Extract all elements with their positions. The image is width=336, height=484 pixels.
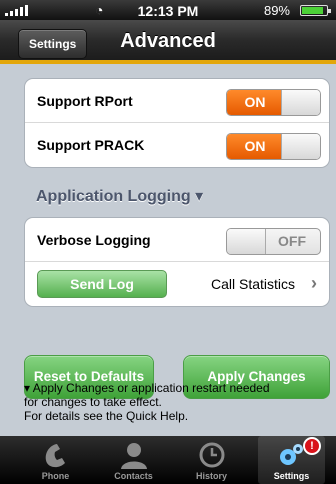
battery-level-fill bbox=[302, 7, 324, 14]
settings-alert-badge: ! bbox=[303, 437, 321, 455]
status-bar: ◔ 12:13 PM 89% bbox=[0, 0, 336, 20]
verbose-logging-label: Verbose Logging bbox=[37, 232, 151, 248]
rport-row: Support RPort ON bbox=[25, 79, 329, 123]
rport-toggle[interactable]: ON bbox=[226, 89, 321, 116]
navigation-bar: Settings Advanced bbox=[0, 20, 336, 64]
help-line-3: For details see the Quick Help. bbox=[24, 409, 189, 423]
sip-options-group: Support RPort ON Support PRACK ON bbox=[24, 78, 330, 168]
tab-phone-label: Phone bbox=[41, 471, 70, 481]
prack-row: Support PRACK ON bbox=[25, 123, 329, 167]
verbose-logging-toggle-state: OFF bbox=[278, 233, 306, 249]
page-title: Advanced bbox=[120, 30, 216, 52]
contacts-icon bbox=[120, 443, 147, 469]
call-statistics-link[interactable]: Call Statistics bbox=[211, 276, 295, 292]
help-line-1: ▾ Apply Changes or application restart n… bbox=[24, 381, 270, 395]
tab-phone[interactable]: Phone bbox=[22, 436, 89, 484]
tab-settings[interactable]: ! Settings bbox=[258, 436, 325, 484]
battery-icon bbox=[300, 5, 331, 16]
tab-history-label: History bbox=[195, 471, 227, 481]
prack-toggle-state: ON bbox=[227, 134, 283, 159]
tab-contacts[interactable]: Contacts bbox=[100, 436, 167, 484]
rport-toggle-state: ON bbox=[227, 90, 283, 115]
help-line-2: for changes to take effect. bbox=[24, 395, 162, 409]
battery-percent: 89% bbox=[263, 3, 290, 18]
settings-gears-icon bbox=[279, 444, 303, 465]
chevron-right-icon[interactable]: › bbox=[311, 273, 317, 294]
tab-bar: Phone Contacts History ! Settings bbox=[0, 436, 336, 484]
send-log-row: Send Log Call Statistics › bbox=[25, 262, 329, 306]
tab-history[interactable]: History bbox=[178, 436, 245, 484]
tab-contacts-label: Contacts bbox=[114, 471, 153, 481]
tab-settings-label: Settings bbox=[273, 471, 310, 481]
help-text: ▾ Apply Changes or application restart n… bbox=[24, 381, 324, 423]
history-clock-icon bbox=[199, 442, 224, 468]
send-log-button[interactable]: Send Log bbox=[37, 270, 167, 298]
phone-icon bbox=[45, 444, 65, 468]
prack-toggle[interactable]: ON bbox=[226, 133, 321, 160]
verbose-logging-toggle[interactable]: OFF bbox=[226, 228, 321, 255]
application-logging-header[interactable]: Application Logging ▾ bbox=[36, 186, 203, 206]
rport-toggle-knob bbox=[281, 90, 320, 115]
verbose-logging-row: Verbose Logging OFF bbox=[25, 218, 329, 262]
prack-label: Support PRACK bbox=[37, 137, 145, 153]
verbose-logging-toggle-knob bbox=[227, 229, 266, 254]
rport-label: Support RPort bbox=[37, 93, 133, 109]
logging-group: Verbose Logging OFF Send Log Call Statis… bbox=[24, 217, 330, 307]
prack-toggle-knob bbox=[281, 134, 320, 159]
